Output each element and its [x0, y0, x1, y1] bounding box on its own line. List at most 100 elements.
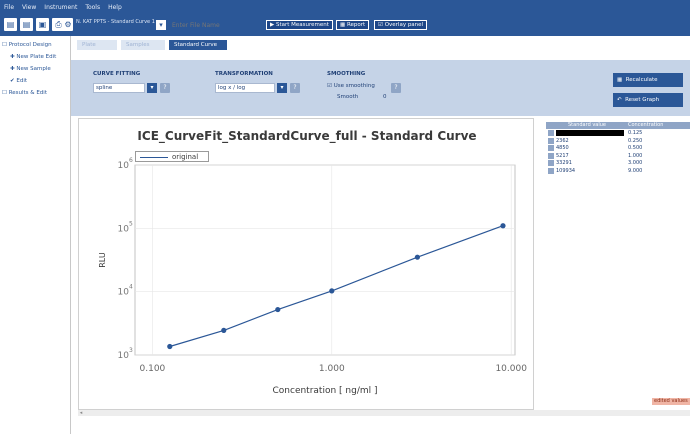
kit-dropdown-button[interactable]: ▾	[156, 20, 166, 30]
recalculate-button[interactable]: ▦ Recalculate	[613, 73, 683, 87]
row-index-marker	[548, 160, 554, 166]
chart-plot[interactable]: 103104105106 0.100 1.000 10.000 RLU Concen…	[79, 119, 535, 411]
data-point	[275, 306, 281, 313]
transformation-title: TRANSFORMATION	[215, 71, 273, 77]
header-concentration: Concentration	[628, 122, 664, 128]
new-file-icon[interactable]: ▤	[4, 18, 17, 31]
kit-selector-label: N. KAT PPTS - Standard Curve 1	[76, 19, 155, 25]
left-panel: ☐ Protocol Design ✚ New Plate Edit ✚ New…	[0, 36, 71, 434]
row-index-marker	[548, 145, 554, 151]
row-index-marker	[548, 130, 554, 136]
cell-concentration[interactable]: 0.500	[628, 145, 642, 152]
table-row[interactable]: 2362 0.250	[546, 137, 690, 145]
table-row[interactable]: 4850 0.500	[546, 145, 690, 152]
menu-file[interactable]: File	[4, 4, 14, 11]
toolbar: ▤ ▤ ▣ ⎙ ⚙ N. KAT PPTS - Standard Curve 1…	[0, 14, 690, 36]
file-name-input[interactable]	[172, 20, 264, 30]
standard-curve-chart: ICE_CurveFit_StandardCurve_full - Standa…	[78, 118, 534, 410]
open-file-icon[interactable]: ▤	[20, 18, 33, 31]
y-tick-exponent: 4	[129, 284, 133, 291]
cell-standard-value[interactable]: 4850	[556, 145, 569, 152]
use-smoothing-checkbox[interactable]: ☑ Use smoothing	[327, 83, 375, 89]
cell-standard-value[interactable]: 5217	[556, 153, 569, 160]
data-point	[167, 343, 173, 350]
smooth-value[interactable]: 0	[383, 94, 387, 100]
y-tick-exponent: 3	[129, 347, 133, 354]
overlay-panel-button[interactable]: ☑ Overlay panel	[374, 20, 428, 30]
reset-graph-button[interactable]: ↶ Reset Graph	[613, 93, 683, 107]
x-tick-label: 1.000	[319, 364, 345, 374]
tab-samples[interactable]: Samples	[121, 40, 165, 50]
y-tick-exponent: 6	[129, 157, 133, 164]
cell-standard-value[interactable]: 2362	[556, 138, 569, 145]
standard-values-table: Standard value Concentration 0.125 2362 0.…	[546, 118, 690, 410]
x-tick-label: 0.100	[140, 364, 166, 374]
plot-frame	[134, 164, 516, 356]
curve-fitting-select[interactable]: spline	[93, 83, 145, 93]
edited-values-note: edited values	[652, 398, 690, 405]
calculator-icon: ▦	[617, 77, 623, 83]
tab-plate[interactable]: Plate	[77, 40, 117, 50]
table-row[interactable]: 0.125	[546, 130, 690, 137]
check-icon: ✔	[10, 78, 15, 84]
data-point	[414, 254, 420, 260]
start-measurement-button[interactable]: ▶ Start Measurement	[266, 20, 333, 30]
data-point	[500, 223, 506, 229]
cell-standard-value[interactable]: 109934	[556, 168, 575, 175]
horizontal-scrollbar[interactable]: ◂	[78, 410, 690, 416]
tab-bar: Plate Samples Standard Curve	[71, 36, 690, 56]
row-index-marker	[548, 167, 554, 174]
transformation-help-icon[interactable]: ?	[290, 83, 300, 93]
transformation-select[interactable]: log x / log	[215, 83, 275, 93]
x-tick-label: 10.000	[495, 364, 527, 374]
transformation-dropdown-icon[interactable]: ▾	[277, 83, 287, 93]
cell-concentration[interactable]: 0.250	[628, 138, 642, 145]
y-tick-exponent: 5	[129, 220, 133, 227]
row-index-marker	[548, 137, 554, 144]
cell-concentration[interactable]: 0.125	[628, 130, 642, 137]
curve-fitting-dropdown-icon[interactable]: ▾	[147, 83, 157, 93]
cell-standard-value[interactable]: 33291	[556, 160, 572, 167]
save-icon[interactable]: ▣	[36, 18, 49, 31]
data-point	[329, 288, 335, 294]
curve-fitting-help-icon[interactable]: ?	[160, 83, 170, 93]
settings-icon[interactable]: ⚙	[63, 18, 73, 31]
reset-icon: ↶	[617, 97, 622, 103]
cell-concentration[interactable]: 1.000	[628, 153, 642, 160]
y-axis-label: RLU	[98, 252, 107, 268]
smooth-label: Smooth	[337, 94, 359, 100]
tree-results-edit[interactable]: ☐ Results & Edit	[2, 90, 47, 96]
row-index-marker	[548, 152, 554, 159]
plus-icon: ✚	[10, 54, 15, 60]
y-tick-label: 10	[118, 161, 130, 171]
tree-new-sample[interactable]: ✚ New Sample	[10, 66, 51, 72]
report-button[interactable]: ▦ Report	[336, 20, 370, 30]
series-line-original	[169, 225, 504, 348]
tab-standard-curve[interactable]: Standard Curve	[169, 40, 227, 50]
y-tick-label: 10	[118, 351, 130, 361]
menu-bar: File View Instrument Tools Help	[0, 0, 690, 14]
menu-instrument[interactable]: Instrument	[44, 4, 77, 11]
cell-concentration[interactable]: 9.000	[628, 168, 642, 175]
menu-view[interactable]: View	[22, 4, 36, 11]
tree-protocol-design[interactable]: ☐ Protocol Design	[2, 42, 52, 48]
header-standard-value: Standard value	[568, 122, 606, 128]
tree-new-plate-edit[interactable]: ✚ New Plate Edit	[10, 54, 56, 60]
data-point	[221, 327, 227, 333]
plus-icon: ✚	[10, 66, 15, 72]
y-tick-label: 10	[118, 288, 130, 298]
menu-help[interactable]: Help	[108, 4, 122, 11]
smoothing-title: SMOOTHING	[327, 71, 366, 77]
table-row[interactable]: 33291 3.000	[546, 160, 690, 167]
y-tick-label: 10	[118, 224, 130, 234]
cell-standard-value[interactable]	[556, 130, 624, 136]
table-row[interactable]: 109934 9.000	[546, 167, 690, 175]
table-row[interactable]: 5217 1.000	[546, 152, 690, 160]
tree-edit[interactable]: ✔ Edit	[10, 78, 27, 84]
scroll-left-icon[interactable]: ◂	[78, 410, 84, 416]
curve-fitting-title: CURVE FITTING	[93, 71, 141, 77]
smoothing-help-icon[interactable]: ?	[391, 83, 401, 93]
cell-concentration[interactable]: 3.000	[628, 160, 642, 167]
table-header: Standard value Concentration	[546, 122, 690, 129]
menu-tools[interactable]: Tools	[85, 4, 100, 11]
